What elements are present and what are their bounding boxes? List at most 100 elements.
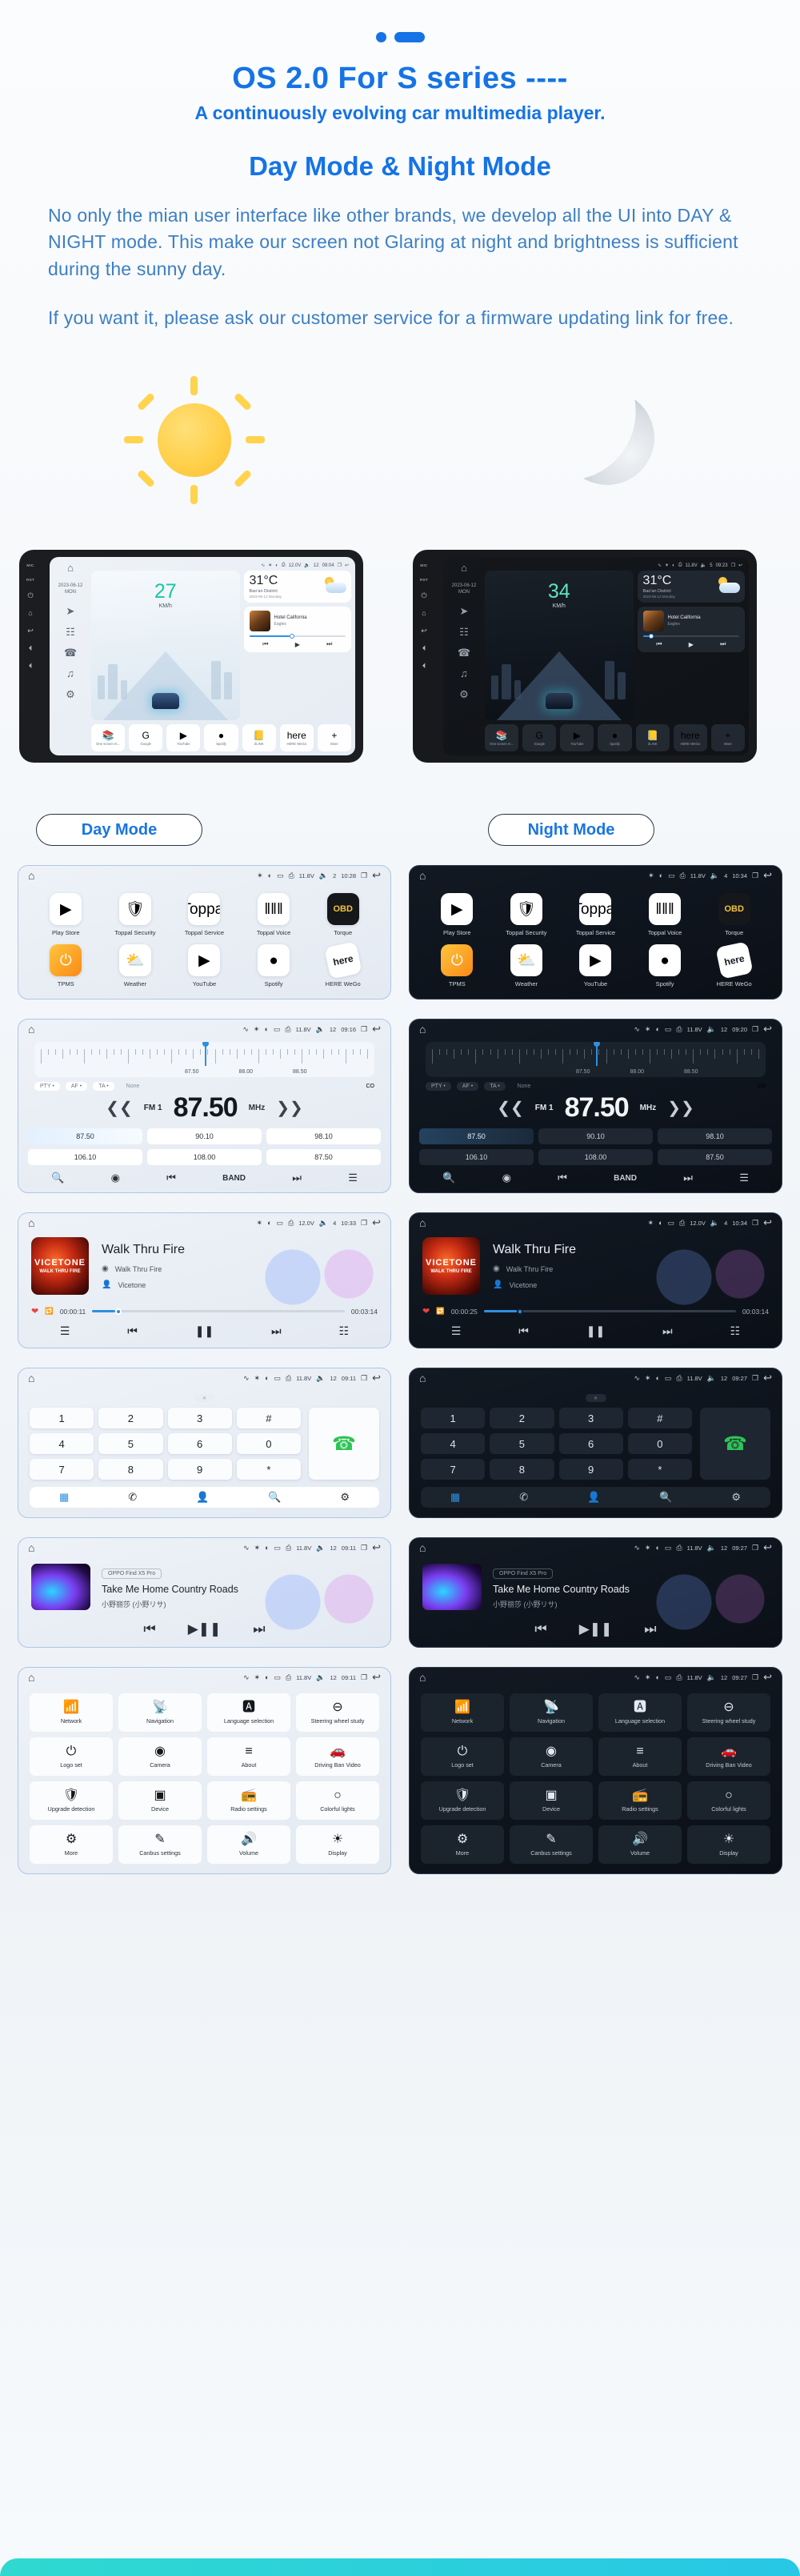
prev-icon[interactable]: ⏮: [558, 1172, 567, 1184]
play-pause-icon[interactable]: ▶❚❚: [579, 1621, 613, 1637]
favorite-icon[interactable]: ❤: [31, 1306, 38, 1316]
recent-apps-icon[interactable]: ❐: [361, 1219, 367, 1228]
app-item[interactable]: ⛅ Weather: [101, 944, 170, 988]
rds-pty-button[interactable]: PTY •: [426, 1082, 451, 1092]
setting-item[interactable]: 🔊 Volume: [598, 1825, 682, 1865]
recent-apps-icon[interactable]: ❐: [752, 1374, 758, 1383]
back-icon[interactable]: ↩: [763, 1216, 772, 1229]
back-hw-icon[interactable]: ↩: [421, 627, 427, 635]
setting-item[interactable]: 🛡 Upgrade detection: [30, 1781, 113, 1821]
btsettings-icon[interactable]: ⚙: [340, 1491, 350, 1504]
app-item[interactable]: 🛡 Toppal Security: [492, 893, 562, 936]
setting-item[interactable]: ≡ About: [598, 1737, 682, 1777]
preset-button[interactable]: 106.10: [28, 1149, 142, 1166]
back-icon[interactable]: ↩: [372, 1541, 381, 1554]
previous-icon[interactable]: ⏮: [518, 1324, 529, 1338]
dock-app[interactable]: + More: [710, 724, 745, 752]
setting-item[interactable]: 🅰 Language selection: [207, 1693, 290, 1733]
tuner-dial[interactable]: 87.50 88.00 88.50: [426, 1042, 766, 1078]
next-station-icon[interactable]: ❯❯: [667, 1098, 694, 1118]
home-icon[interactable]: ⌂: [28, 1671, 34, 1684]
back-icon[interactable]: ↩: [372, 1023, 381, 1036]
dock-app[interactable]: ● Spotify: [598, 724, 632, 752]
setting-item[interactable]: ⚙ More: [421, 1825, 504, 1865]
dock-app[interactable]: 📒 ZLINK: [242, 724, 276, 752]
day-mode-badge[interactable]: Day Mode: [36, 814, 202, 847]
dock-app[interactable]: ● Spotify: [204, 724, 238, 752]
setting-item[interactable]: 🅰 Language selection: [598, 1693, 682, 1733]
recent-apps-icon[interactable]: ❐: [361, 1544, 367, 1552]
preset-button[interactable]: 90.10: [538, 1128, 653, 1145]
volume-down-icon[interactable]: ⏴: [29, 663, 33, 670]
calllog-icon[interactable]: ✆: [128, 1491, 137, 1504]
delete-icon[interactable]: ✕: [194, 1394, 215, 1403]
key-#[interactable]: #: [236, 1408, 301, 1429]
bluetooth-audio-icon[interactable]: ♫: [66, 668, 74, 679]
preset-button[interactable]: 87.50: [266, 1149, 381, 1166]
preset-button[interactable]: 87.50: [28, 1128, 142, 1145]
setting-item[interactable]: ☀ Display: [296, 1825, 379, 1865]
navigation-icon[interactable]: ➤: [66, 606, 75, 616]
contacts-icon[interactable]: 👤: [196, 1491, 209, 1504]
calllog-icon[interactable]: ✆: [519, 1491, 528, 1504]
app-item[interactable]: ⏻ TPMS: [31, 944, 101, 988]
prev-station-icon[interactable]: ❮❮: [497, 1098, 524, 1118]
home-hw-icon[interactable]: ⌂: [28, 610, 32, 617]
back-icon[interactable]: ↩: [763, 1372, 772, 1384]
night-mode-badge[interactable]: Night Mode: [488, 814, 654, 847]
dock-app[interactable]: ▶ YouTube: [166, 724, 201, 752]
key-2[interactable]: 2: [98, 1408, 163, 1429]
eq-icon[interactable]: ☷: [730, 1324, 740, 1338]
setting-item[interactable]: ◉ Camera: [118, 1737, 202, 1777]
setting-item[interactable]: 🚗 Driving Ban Video: [687, 1737, 770, 1777]
key-5[interactable]: 5: [98, 1433, 163, 1455]
rds-af-button[interactable]: AF •: [65, 1082, 88, 1092]
home-icon[interactable]: ⌂: [28, 869, 34, 882]
setting-item[interactable]: ⏻ Logo set: [30, 1737, 113, 1777]
back-icon[interactable]: ↩: [345, 563, 349, 568]
key-1[interactable]: 1: [421, 1408, 486, 1429]
recent-apps-icon[interactable]: ❐: [752, 1025, 758, 1034]
next-icon[interactable]: ⏭: [292, 1172, 302, 1184]
next-icon[interactable]: ⏭: [644, 1621, 656, 1637]
app-item[interactable]: ▶ YouTube: [561, 944, 630, 988]
setting-item[interactable]: 📶 Network: [30, 1693, 113, 1733]
back-icon[interactable]: ↩: [763, 1671, 772, 1684]
keypad-icon[interactable]: ▦: [450, 1491, 460, 1504]
weather-widget-day[interactable]: 31°C Bao'an District 2023-06-12 Monday: [243, 571, 351, 603]
eq-icon[interactable]: ☷: [338, 1324, 349, 1338]
setting-item[interactable]: ⚙ More: [30, 1825, 113, 1865]
app-item[interactable]: here HERE WeGo: [308, 941, 378, 988]
dock-app[interactable]: G Google: [522, 724, 557, 752]
key-6[interactable]: 6: [167, 1433, 232, 1455]
previous-icon[interactable]: ⏮: [262, 640, 268, 648]
app-item[interactable]: OBD Torque: [699, 893, 769, 936]
key-*[interactable]: *: [236, 1459, 301, 1480]
progress-bar[interactable]: [249, 634, 346, 639]
search-icon[interactable]: 🔍: [659, 1491, 672, 1504]
back-icon[interactable]: ↩: [738, 563, 742, 568]
rds-af-button[interactable]: AF •: [456, 1082, 479, 1092]
next-station-icon[interactable]: ❯❯: [276, 1098, 303, 1118]
eq-icon[interactable]: ☰: [739, 1172, 749, 1184]
app-item[interactable]: ● Spotify: [630, 944, 700, 988]
play-icon[interactable]: ▶: [689, 641, 694, 648]
app-item[interactable]: ● Spotify: [239, 944, 309, 988]
app-item[interactable]: ▶ Play Store: [422, 893, 492, 936]
recent-apps-icon[interactable]: ❐: [361, 1025, 367, 1034]
home-icon[interactable]: ⌂: [419, 1023, 426, 1036]
volume-up-icon[interactable]: ⏴: [422, 645, 426, 652]
play-pause-icon[interactable]: ▶❚❚: [188, 1621, 222, 1637]
key-6[interactable]: 6: [558, 1433, 623, 1455]
apps-icon[interactable]: ☷: [66, 627, 75, 637]
key-*[interactable]: *: [627, 1459, 692, 1480]
setting-item[interactable]: ≡ About: [207, 1737, 290, 1777]
previous-icon[interactable]: ⏮: [127, 1324, 138, 1338]
band-button[interactable]: BAND: [614, 1174, 637, 1183]
back-icon[interactable]: ↩: [763, 869, 772, 882]
call-button[interactable]: ☎: [309, 1408, 379, 1480]
setting-item[interactable]: 🔊 Volume: [207, 1825, 290, 1865]
setting-item[interactable]: ✎ Canbus settings: [118, 1825, 202, 1865]
pause-icon[interactable]: ❚❚: [586, 1324, 605, 1338]
previous-icon[interactable]: ⏮: [656, 640, 662, 648]
